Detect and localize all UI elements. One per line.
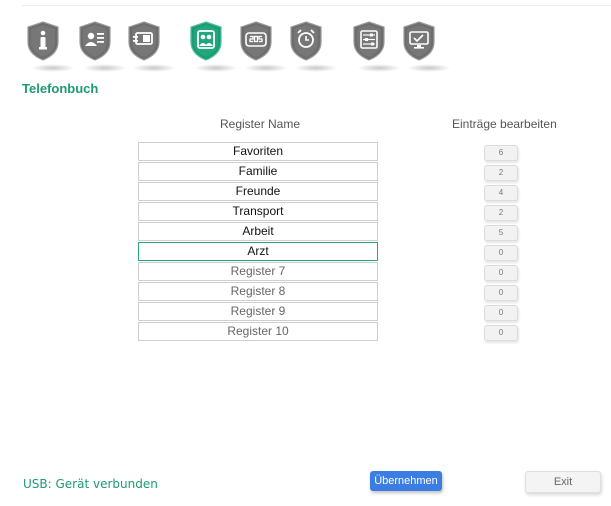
sos-icon <box>240 21 272 61</box>
apply-button[interactable]: Übernehmen <box>370 471 442 491</box>
edit-entries-button-8[interactable]: 0 <box>484 285 518 301</box>
nav-tab-alarm[interactable] <box>288 20 338 72</box>
edit-entries-button-5[interactable]: 5 <box>484 225 518 241</box>
nav-tab-sim-card[interactable] <box>126 20 176 72</box>
alarm-clock-icon <box>290 21 322 61</box>
register-row-7[interactable]: Register 7 <box>138 262 378 281</box>
edit-entries-button-2[interactable]: 2 <box>484 165 518 181</box>
register-row-3[interactable]: Freunde <box>138 182 378 201</box>
usb-status-text: USB: Gerät verbunden <box>23 477 158 491</box>
edit-entries-button-1[interactable]: 6 <box>484 145 518 161</box>
nav-tab-info[interactable] <box>25 20 75 72</box>
edit-entries-button-7[interactable]: 0 <box>484 265 518 281</box>
sim-card-icon <box>128 21 160 61</box>
edit-entries-button-3[interactable]: 4 <box>484 185 518 201</box>
nav-tab-user-card[interactable] <box>77 20 127 72</box>
nav-tab-settings[interactable] <box>351 20 401 72</box>
register-row-1[interactable]: Favoriten <box>138 142 378 161</box>
phonebook-icon <box>190 21 222 61</box>
edit-entries-button-10[interactable]: 0 <box>484 325 518 341</box>
user-card-icon <box>79 21 111 61</box>
register-name-header: Register Name <box>220 117 301 131</box>
nav-icon-bar <box>0 0 611 80</box>
exit-button[interactable]: Exit <box>525 471 601 493</box>
info-icon <box>27 21 59 61</box>
nav-tab-sos[interactable] <box>238 20 288 72</box>
register-row-8[interactable]: Register 8 <box>138 282 378 301</box>
register-row-10[interactable]: Register 10 <box>138 322 378 341</box>
register-row-4[interactable]: Transport <box>138 202 378 221</box>
edit-entries-button-4[interactable]: 2 <box>484 205 518 221</box>
edit-entries-button-9[interactable]: 0 <box>484 305 518 321</box>
register-row-2[interactable]: Familie <box>138 162 378 181</box>
edit-entries-header: Einträge bearbeiten <box>452 117 557 131</box>
register-row-6[interactable]: Arzt <box>138 242 378 261</box>
nav-tab-phonebook[interactable] <box>188 20 238 72</box>
register-row-9[interactable]: Register 9 <box>138 302 378 321</box>
settings-sliders-icon <box>353 21 385 61</box>
page-title: Telefonbuch <box>22 81 99 96</box>
monitor-check-icon <box>403 21 435 61</box>
nav-tab-monitor[interactable] <box>401 20 451 72</box>
register-row-5[interactable]: Arbeit <box>138 222 378 241</box>
edit-entries-button-6[interactable]: 0 <box>484 245 518 261</box>
